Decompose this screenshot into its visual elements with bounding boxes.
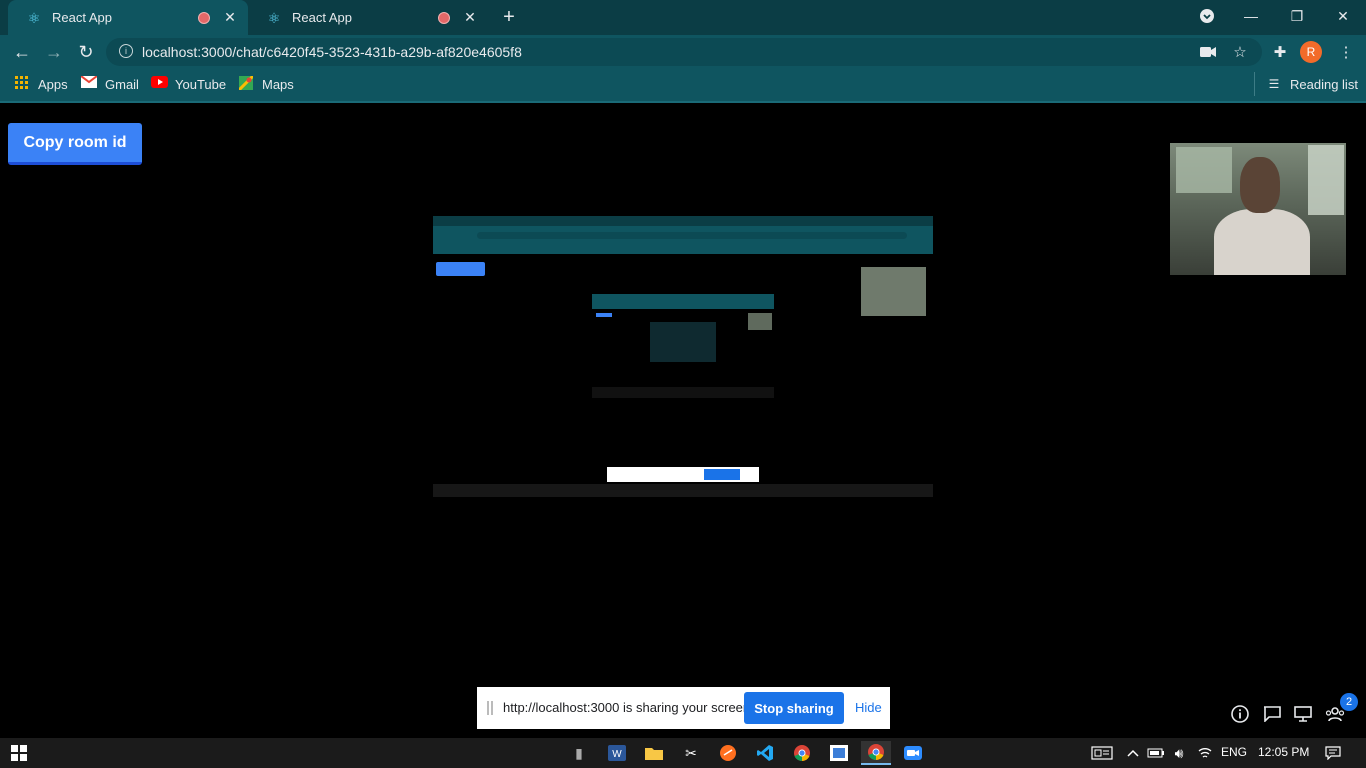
usb-drive-icon[interactable]: ▮ <box>564 741 594 765</box>
video-person-body <box>1214 209 1310 275</box>
tab-react-app-2[interactable]: ⚛ React App ✕ <box>248 0 488 35</box>
shared-address-bar <box>477 232 907 239</box>
language-indicator[interactable]: ENG <box>1221 745 1247 759</box>
reading-list-label: Reading list <box>1290 76 1358 92</box>
youtube-icon <box>151 76 168 92</box>
bookmark-label: Maps <box>262 76 294 92</box>
minimize-button[interactable]: — <box>1228 0 1274 32</box>
react-icon: ⚛ <box>267 9 281 26</box>
bookmark-label: Apps <box>38 76 68 92</box>
shared-copy-button <box>436 262 485 276</box>
sharing-message: http://localhost:3000 is sharing your sc… <box>503 700 754 715</box>
bookmark-label: Gmail <box>105 76 139 92</box>
bookmark-apps[interactable]: Apps <box>14 74 68 94</box>
word-icon[interactable]: W <box>602 741 632 765</box>
site-info-icon[interactable]: i <box>119 44 133 58</box>
local-video <box>1170 143 1346 275</box>
bookmark-youtube[interactable]: YouTube <box>151 74 226 94</box>
react-icon: ⚛ <box>27 9 41 26</box>
shared-screen-video <box>433 216 933 497</box>
chrome-icon[interactable] <box>787 741 817 765</box>
tab-title: React App <box>292 10 352 25</box>
video-window-light <box>1308 145 1344 215</box>
restore-button[interactable]: ❐ <box>1274 0 1320 32</box>
video-window-light <box>1176 147 1232 193</box>
clock[interactable]: 12:05 PM <box>1258 745 1309 759</box>
wifi-icon[interactable] <box>1190 741 1220 765</box>
chrome-active-icon[interactable] <box>861 741 891 765</box>
screen-sharing-bar: http://localhost:3000 is sharing your sc… <box>477 687 890 729</box>
reload-button[interactable]: ↻ <box>72 38 100 66</box>
back-button[interactable]: ← <box>8 38 36 66</box>
windows-start-icon[interactable] <box>4 741 34 765</box>
close-tab-icon[interactable]: ✕ <box>462 9 478 26</box>
close-window-button[interactable]: ✕ <box>1320 0 1366 32</box>
bookmark-maps[interactable]: Maps <box>237 74 294 94</box>
zoom-icon[interactable] <box>898 741 928 765</box>
video-person-head <box>1240 157 1280 213</box>
snipping-tool-icon[interactable]: ✂ <box>676 741 706 765</box>
bookmarks-divider <box>1254 72 1255 96</box>
drag-handle-icon[interactable] <box>487 701 493 715</box>
apps-grid-icon <box>14 76 30 92</box>
maps-icon <box>237 74 255 92</box>
file-explorer-icon[interactable] <box>639 741 669 765</box>
chat-icon[interactable] <box>1261 703 1283 725</box>
close-tab-icon[interactable]: ✕ <box>222 9 238 26</box>
shared-sharing-bar <box>607 467 759 482</box>
address-bar[interactable]: i localhost:3000/chat/c6420f45-3523-431b… <box>106 38 1262 66</box>
sublime-icon[interactable] <box>713 741 743 765</box>
svg-text:W: W <box>612 749 622 760</box>
present-screen-icon[interactable] <box>1292 703 1314 725</box>
tab-react-app-1[interactable]: ⚛ React App ✕ <box>8 0 248 35</box>
tab-title: React App <box>52 10 112 25</box>
hide-button[interactable]: Hide <box>855 700 882 715</box>
shared-nested-screen <box>592 294 774 398</box>
camera-in-use-icon[interactable] <box>1196 40 1220 64</box>
reading-list-button[interactable]: ☰ Reading list <box>1266 74 1358 94</box>
news-widget-icon[interactable] <box>1087 741 1117 765</box>
notifications-icon[interactable] <box>1318 741 1348 765</box>
tab-search-icon[interactable] <box>1184 0 1230 32</box>
url-text: localhost:3000/chat/c6420f45-3523-431b-a… <box>142 44 522 60</box>
bookmark-gmail[interactable]: Gmail <box>80 74 139 94</box>
more-menu-icon[interactable]: ⋮ <box>1334 40 1358 64</box>
info-icon[interactable] <box>1229 703 1251 725</box>
recording-indicator-icon <box>438 11 450 24</box>
forward-button[interactable]: → <box>40 38 68 66</box>
profile-avatar[interactable]: R <box>1300 41 1322 63</box>
participants-count-badge: 2 <box>1340 693 1358 711</box>
vscode-icon[interactable] <box>750 741 780 765</box>
copy-room-id-button[interactable]: Copy room id <box>8 123 142 165</box>
recording-indicator-icon <box>198 11 210 24</box>
stop-sharing-button[interactable]: Stop sharing <box>744 692 844 724</box>
new-tab-button[interactable]: + <box>498 6 520 28</box>
bookmark-star-icon[interactable]: ☆ <box>1228 40 1252 64</box>
shared-local-video <box>861 267 926 316</box>
extensions-icon[interactable]: ✚ <box>1268 40 1292 64</box>
bookmark-label: YouTube <box>175 76 227 92</box>
gmail-icon <box>80 75 98 92</box>
shared-taskbar <box>433 484 933 497</box>
reading-list-icon: ☰ <box>1268 77 1280 91</box>
photos-app-icon[interactable] <box>824 741 854 765</box>
